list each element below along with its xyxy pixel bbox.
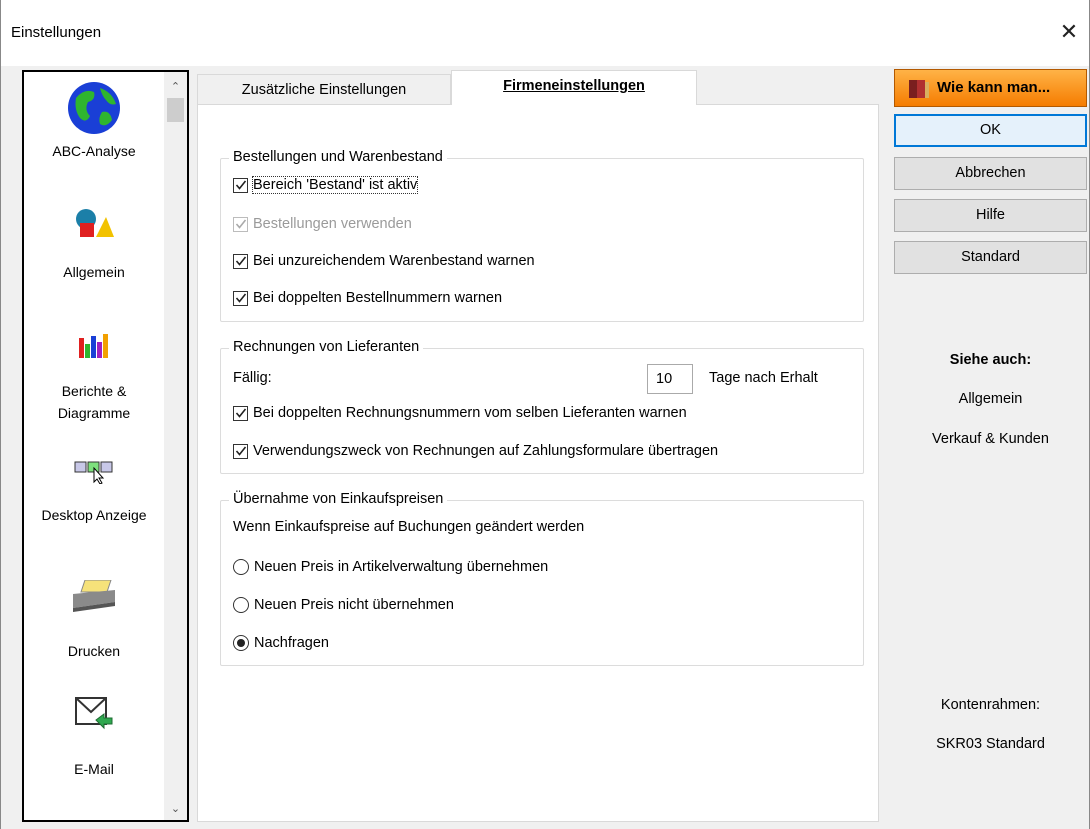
category-item-desktop-anzeige[interactable]: Desktop Anzeige [24, 458, 164, 526]
checkbox-label: Bei doppelten Rechnungsnummern vom selbe… [253, 405, 687, 421]
scrollbar-thumb[interactable] [167, 98, 184, 122]
how-to-button[interactable]: Wie kann man... [894, 69, 1087, 107]
checkbox-bestand-aktiv[interactable]: Bereich 'Bestand' ist aktiv [233, 176, 419, 194]
group-orders-legend: Bestellungen und Warenbestand [229, 149, 447, 165]
tab-firmeneinstellungen[interactable]: Firmeneinstellungen [451, 70, 697, 105]
scroll-up-icon[interactable]: ⌃ [164, 76, 187, 96]
globe-icon [68, 82, 120, 134]
checkbox-label: Bei doppelten Bestellnummern warnen [253, 290, 503, 306]
checkbox-label: Bei unzureichendem Warenbestand warnen [253, 253, 535, 269]
category-item-abc-analyse[interactable]: ABC-Analyse [24, 80, 164, 162]
scroll-down-icon[interactable]: ⌄ [164, 798, 187, 818]
radio-label: Nachfragen [254, 635, 329, 651]
radio-preis-uebernehmen[interactable]: Neuen Preis in Artikelverwaltung überneh… [233, 559, 548, 575]
checkbox-unzureichend-warnen[interactable]: Bei unzureichendem Warenbestand warnen [233, 253, 535, 269]
email-icon [75, 697, 113, 730]
how-to-label: Wie kann man... [937, 79, 1051, 96]
desktop-windows-icon [74, 461, 113, 484]
group-prices-legend: Übernahme von Einkaufspreisen [229, 491, 448, 507]
chart-of-accounts-label: Kontenrahmen: [940, 697, 1041, 713]
category-item-drucken[interactable]: Drucken [24, 580, 164, 662]
cancel-button[interactable]: Abbrechen [894, 157, 1087, 190]
see-also-title: Siehe auch: [949, 352, 1032, 368]
tab-label: Firmeneinstellungen [503, 78, 645, 94]
category-item-allgemein[interactable]: Allgemein [24, 207, 164, 283]
checkbox-checked-icon [233, 216, 248, 232]
category-item-berichte-diagramme[interactable]: Berichte & Diagramme [24, 334, 164, 424]
tab-zusaetzliche-einstellungen[interactable]: Zusätzliche Einstellungen [197, 74, 451, 104]
radio-label: Neuen Preis in Artikelverwaltung überneh… [254, 559, 549, 575]
prices-description-text: Wenn Einkaufspreise auf Buchungen geände… [233, 519, 585, 535]
category-scrollbar[interactable]: ⌃ ⌄ [164, 72, 187, 820]
radio-unselected-icon[interactable] [233, 597, 249, 613]
checkbox-bestellungen-verwenden: Bestellungen verwenden [233, 216, 412, 232]
group-invoices: Rechnungen von Lieferanten Fällig: 10 Ta… [220, 339, 864, 474]
category-item-email[interactable]: E-Mail [24, 694, 164, 780]
due-label-text: Fällig: [233, 370, 272, 386]
shapes-icon [76, 209, 114, 237]
category-label: Berichte & [61, 383, 127, 399]
tab-label: Zusätzliche Einstellungen [241, 82, 407, 98]
group-prices: Übernahme von Einkaufspreisen Wenn Einka… [220, 491, 864, 666]
checkbox-checked-icon[interactable] [233, 405, 248, 421]
book-icon [909, 80, 929, 98]
group-orders: Bestellungen und Warenbestand Bereich 'B… [220, 149, 864, 322]
checkbox-verwendungszweck[interactable]: Verwendungszweck von Rechnungen auf Zahl… [233, 443, 718, 459]
standard-label: Standard [961, 249, 1020, 265]
category-label: Diagramme [57, 405, 131, 421]
radio-nachfragen[interactable]: Nachfragen [233, 635, 329, 651]
category-label: Drucken [67, 643, 121, 659]
checkbox-checked-icon[interactable] [233, 290, 248, 306]
category-label: ABC-Analyse [52, 143, 136, 159]
group-invoices-legend: Rechnungen von Lieferanten [229, 339, 424, 355]
tab-panel-firmeneinstellungen: Bestellungen und Warenbestand Bereich 'B… [197, 104, 879, 822]
checkbox-label: Bereich 'Bestand' ist aktiv [251, 176, 419, 194]
radio-unselected-icon[interactable] [233, 559, 249, 575]
checkbox-checked-icon[interactable] [233, 443, 248, 459]
checkbox-doppelte-bestellnummern[interactable]: Bei doppelten Bestellnummern warnen [233, 290, 502, 306]
help-button[interactable]: Hilfe [894, 199, 1087, 232]
printer-icon [73, 580, 115, 612]
checkbox-doppelte-rechnungsnummern[interactable]: Bei doppelten Rechnungsnummern vom selbe… [233, 405, 687, 421]
checkbox-checked-icon[interactable] [233, 177, 248, 193]
radio-selected-icon[interactable] [233, 635, 249, 651]
checkbox-label: Verwendungszweck von Rechnungen auf Zahl… [253, 443, 719, 459]
prices-description: Wenn Einkaufspreise auf Buchungen geände… [233, 519, 584, 535]
due-days-input[interactable]: 10 [647, 364, 693, 394]
checkbox-checked-icon[interactable] [233, 253, 248, 269]
category-list[interactable]: ABC-Analyse Allgemein Berichte & Diagram… [22, 70, 189, 822]
due-suffix-text: Tage nach Erhalt [709, 370, 818, 386]
standard-button[interactable]: Standard [894, 241, 1087, 274]
see-also-link-verkauf-kunden[interactable]: Verkauf & Kunden [894, 431, 1087, 447]
ok-button[interactable]: OK [894, 114, 1087, 147]
category-label: E-Mail [74, 761, 114, 777]
radio-label: Neuen Preis nicht übernehmen [254, 597, 454, 613]
see-also-link-allgemein[interactable]: Allgemein [894, 391, 1087, 407]
checkbox-label: Bestellungen verwenden [253, 216, 412, 232]
due-suffix: Tage nach Erhalt [709, 370, 818, 386]
title-bar: Einstellungen ✕ [1, 0, 1089, 66]
bar-chart-icon [79, 334, 108, 358]
close-icon[interactable]: ✕ [1049, 12, 1089, 52]
chart-of-accounts-value: SKR03 Standard [936, 736, 1045, 752]
window-title: Einstellungen [11, 24, 102, 41]
settings-window: Einstellungen ✕ ABC-Analyse Allgemein Be… [0, 0, 1090, 829]
category-label: Allgemein [63, 264, 125, 280]
category-label: Desktop Anzeige [41, 507, 147, 523]
due-label: Fällig: [233, 370, 272, 386]
radio-preis-nicht-uebernehmen[interactable]: Neuen Preis nicht übernehmen [233, 597, 454, 613]
